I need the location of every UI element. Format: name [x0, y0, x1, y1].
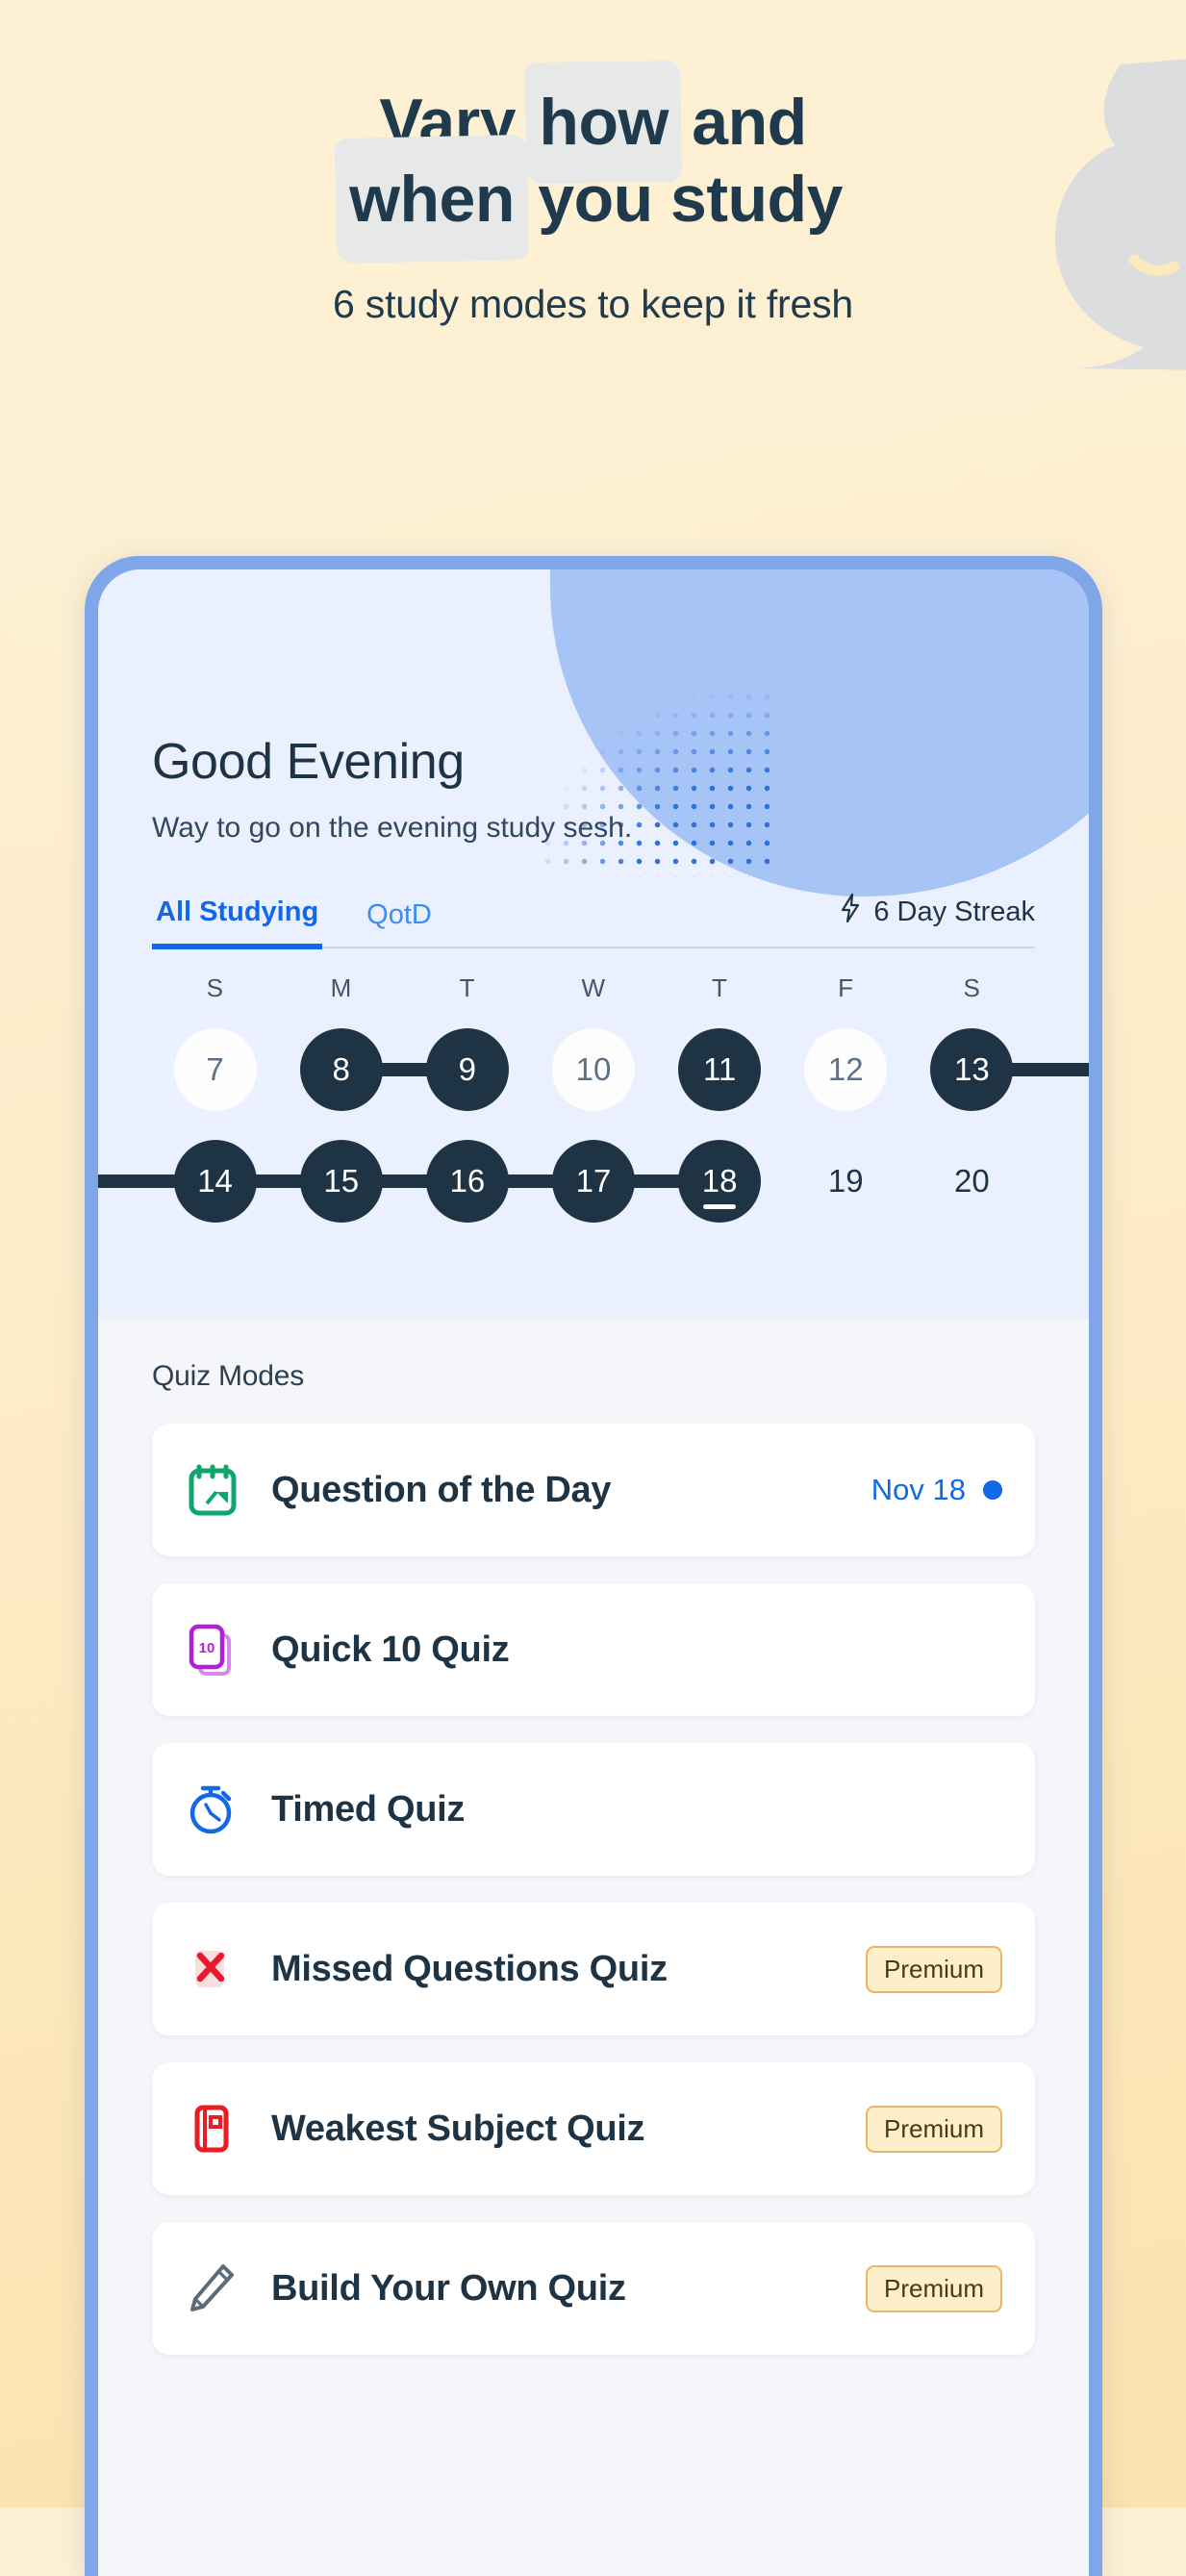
app-hero-panel: Good Evening Way to go on the evening st… — [98, 569, 1089, 1320]
quiz-mode-weakest-subject-quiz[interactable]: Weakest Subject Quiz Premium — [152, 2062, 1035, 2195]
calendar-week-2: 14 15 16 17 18 19 20 — [98, 1136, 1035, 1226]
weekday-header: S — [206, 973, 224, 1002]
weekday-header: T — [711, 973, 728, 1002]
calendar-day[interactable]: 19 — [804, 1140, 887, 1223]
stopwatch-icon — [185, 1781, 240, 1837]
quiz-mode-label: Build Your Own Quiz — [271, 2267, 626, 2309]
quiz-modes-heading: Quiz Modes — [152, 1360, 305, 1392]
quiz-mode-label: Quick 10 Quiz — [271, 1629, 510, 1670]
quiz-mode-label: Weakest Subject Quiz — [271, 2108, 645, 2149]
hero-line1-highlight: how — [533, 85, 673, 162]
quiz-mode-build-your-own-quiz[interactable]: Build Your Own Quiz Premium — [152, 2222, 1035, 2355]
quiz-mode-meta: Premium — [865, 2105, 1002, 2153]
calendar-day[interactable]: 7 — [173, 1028, 257, 1111]
tab-all-studying[interactable]: All Studying — [152, 897, 323, 949]
calendar-day[interactable]: 15 — [299, 1140, 383, 1223]
calendar-day[interactable]: 20 — [930, 1140, 1013, 1223]
quiz-mode-quick-10-quiz[interactable]: 10 Quick 10 Quiz — [152, 1583, 1035, 1716]
phone-screen: Good Evening Way to go on the evening st… — [98, 569, 1089, 2576]
calendar-day[interactable]: 14 — [173, 1140, 257, 1223]
streak-indicator: 6 Day Streak — [839, 893, 1035, 947]
hero-line1-post: and — [673, 86, 807, 159]
calendar-day[interactable]: 16 — [425, 1140, 509, 1223]
tab-qotd[interactable]: QotD — [363, 899, 436, 947]
quiz-mode-meta: Premium — [865, 1945, 1002, 1993]
streak-calendar: S M T W T F S 7 8 9 10 11 12 13 14 15 16… — [98, 973, 1089, 1226]
calendar-day-cell[interactable]: 13 — [909, 1024, 1089, 1115]
premium-badge: Premium — [865, 2105, 1002, 2153]
calendar-weekday-headers: S M T W T F S — [152, 973, 1035, 1003]
calendar-day-cell[interactable]: 7 — [152, 1024, 278, 1115]
quiz-mode-label: Timed Quiz — [271, 1788, 466, 1830]
tab-bar: All Studying QotD 6 Day Streak — [152, 893, 1035, 949]
hero-headline-line-1: Vary how and — [0, 85, 1186, 162]
calendar-day[interactable]: 8 — [299, 1028, 383, 1111]
hero-subtitle: 6 study modes to keep it fresh — [333, 282, 853, 327]
quiz-modes-section: Quiz Modes Question of the Day Nov 18 10… — [98, 1320, 1089, 2355]
lightning-bolt-icon — [839, 893, 862, 931]
calendar-day[interactable]: 12 — [804, 1028, 888, 1111]
streak-label: 6 Day Streak — [873, 896, 1035, 927]
premium-badge: Premium — [865, 2264, 1002, 2312]
calendar-day-cell[interactable]: 10 — [530, 1024, 656, 1115]
calendar-day[interactable]: 17 — [551, 1140, 635, 1223]
calendar-day-cell[interactable]: 19 — [783, 1136, 909, 1226]
calendar-day-today[interactable]: 18 — [678, 1140, 762, 1223]
red-book-icon — [185, 2101, 240, 2157]
quiz-mode-label: Missed Questions Quiz — [271, 1948, 668, 1989]
calendar-day-cell[interactable]: 8 — [278, 1024, 467, 1115]
calendar-day[interactable]: 10 — [551, 1028, 635, 1111]
calendar-day[interactable]: 9 — [425, 1028, 509, 1111]
qotd-date: Nov 18 — [871, 1473, 966, 1506]
calendar-icon — [185, 1462, 240, 1518]
hero-line2-highlight: when — [343, 162, 520, 239]
phone-mockup: Good Evening Way to go on the evening st… — [85, 556, 1102, 2576]
red-x-icon — [185, 1941, 240, 1997]
calendar-week-1: 7 8 9 10 11 12 13 — [152, 1024, 1089, 1115]
calendar-day-cell[interactable]: 14 — [98, 1136, 341, 1226]
greeting-title: Good Evening — [152, 734, 465, 790]
quiz-mode-missed-questions-quiz[interactable]: Missed Questions Quiz Premium — [152, 1903, 1035, 2035]
stacked-cards-10-icon: 10 — [185, 1622, 240, 1678]
calendar-day-cell[interactable]: 11 — [657, 1024, 783, 1115]
quiz-mode-timed-quiz[interactable]: Timed Quiz — [152, 1743, 1035, 1876]
quiz-mode-label: Question of the Day — [271, 1469, 612, 1510]
calendar-day-cell[interactable]: 12 — [783, 1024, 909, 1115]
unread-dot-icon — [983, 1480, 1002, 1500]
premium-badge: Premium — [865, 1945, 1002, 1993]
greeting-subtitle: Way to go on the evening study sesh. — [152, 812, 633, 844]
quiz-mode-meta: Premium — [865, 2264, 1002, 2312]
pencil-icon — [185, 2260, 240, 2316]
quiz-mode-question-of-the-day[interactable]: Question of the Day Nov 18 — [152, 1424, 1035, 1556]
calendar-day[interactable]: 11 — [678, 1028, 762, 1111]
weekday-header: S — [963, 973, 981, 1002]
calendar-day-cell[interactable]: 20 — [909, 1136, 1035, 1226]
hero-section: Vary how and when you study 6 study mode… — [0, 85, 1186, 327]
weekday-header: T — [459, 973, 476, 1002]
calendar-day[interactable]: 13 — [930, 1028, 1014, 1111]
weekday-header: M — [330, 973, 352, 1002]
quiz-mode-meta: Nov 18 — [871, 1473, 1002, 1507]
weekday-header: W — [581, 973, 606, 1002]
svg-text:10: 10 — [199, 1640, 215, 1656]
weekday-header: F — [838, 973, 854, 1002]
